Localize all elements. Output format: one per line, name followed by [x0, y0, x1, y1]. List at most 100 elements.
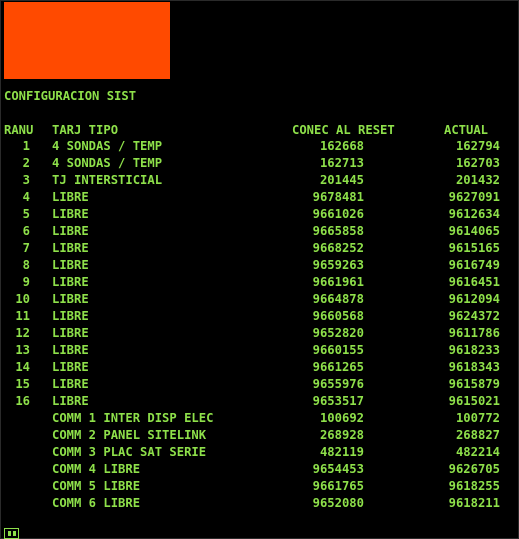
row-ranu: 8: [22, 258, 30, 272]
row-tipo: LIBRE: [52, 275, 89, 289]
row-ranu: 12: [15, 326, 30, 340]
row-conec-al-reset: 162668: [319, 139, 364, 153]
column-header-conec: CONEC AL RESET: [292, 123, 395, 137]
row-conec-al-reset: 9664878: [312, 292, 364, 306]
row-tipo: COMM 3 PLAC SAT SERIE: [52, 445, 207, 459]
row-tipo: COMM 1 INTER DISP ELEC: [52, 411, 214, 425]
row-actual: 9615879: [448, 377, 500, 391]
row-tipo: LIBRE: [52, 309, 89, 323]
row-conec-al-reset: 9652820: [312, 326, 364, 340]
table-row: 4 LIBRE 9678481 9627091: [1, 189, 519, 206]
row-tipo: 4 SONDAS / TEMP: [52, 139, 163, 153]
table-row: COMM 3 PLAC SAT SERIE 482119 482214: [1, 444, 519, 461]
table-row: COMM 6 LIBRE 9652080 9618211: [1, 495, 519, 512]
table-row: 12 LIBRE 9652820 9611786: [1, 325, 519, 342]
row-conec-al-reset: 9661961: [312, 275, 364, 289]
row-conec-al-reset: 100692: [319, 411, 364, 425]
row-actual: 9618233: [448, 343, 500, 357]
row-tipo: LIBRE: [52, 377, 89, 391]
table-row: 14 LIBRE 9661265 9618343: [1, 359, 519, 376]
row-tipo: COMM 6 LIBRE: [52, 496, 141, 510]
row-tipo: COMM 5 LIBRE: [52, 479, 141, 493]
row-actual: 201432: [455, 173, 500, 187]
row-tipo: LIBRE: [52, 394, 89, 408]
row-ranu: 3: [22, 173, 30, 187]
row-conec-al-reset: 9655976: [312, 377, 364, 391]
table-row: COMM 5 LIBRE 9661765 9618255: [1, 478, 519, 495]
table-row: 9 LIBRE 9661961 9616451: [1, 274, 519, 291]
row-actual: 9615165: [448, 241, 500, 255]
table-row: COMM 4 LIBRE 9654453 9626705: [1, 461, 519, 478]
row-actual: 9614065: [448, 224, 500, 238]
table-row: 15 LIBRE 9655976 9615879: [1, 376, 519, 393]
row-actual: 9611786: [448, 326, 500, 340]
row-ranu: 15: [15, 377, 30, 391]
row-actual: 268827: [455, 428, 500, 442]
table-row: COMM 1 INTER DISP ELEC 100692 100772: [1, 410, 519, 427]
row-ranu: 4: [22, 190, 30, 204]
row-actual: 162703: [455, 156, 500, 170]
row-ranu: 1: [22, 139, 30, 153]
row-conec-al-reset: 9660568: [312, 309, 364, 323]
table-row: 5 LIBRE 9661026 9612634: [1, 206, 519, 223]
row-tipo: LIBRE: [52, 326, 89, 340]
table-row: 6 LIBRE 9665858 9614065: [1, 223, 519, 240]
row-conec-al-reset: 9661026: [312, 207, 364, 221]
row-conec-al-reset: 9665858: [312, 224, 364, 238]
row-tipo: TJ INTERSTICIAL: [52, 173, 163, 187]
row-actual: 9627091: [448, 190, 500, 204]
table-row: 2 4 SONDAS / TEMP 162713 162703: [1, 155, 519, 172]
column-header-tipo: TARJ TIPO: [52, 123, 119, 137]
row-tipo: 4 SONDAS / TEMP: [52, 156, 163, 170]
row-conec-al-reset: 9678481: [312, 190, 364, 204]
row-conec-al-reset: 162713: [319, 156, 364, 170]
row-ranu: 10: [15, 292, 30, 306]
row-actual: 482214: [455, 445, 500, 459]
row-actual: 9612094: [448, 292, 500, 306]
row-tipo: LIBRE: [52, 343, 89, 357]
row-tipo: COMM 2 PANEL SITELINK: [52, 428, 207, 442]
row-tipo: LIBRE: [52, 292, 89, 306]
row-actual: 9615021: [448, 394, 500, 408]
row-tipo: LIBRE: [52, 360, 89, 374]
row-ranu: 7: [22, 241, 30, 255]
row-actual: 9626705: [448, 462, 500, 476]
table-row: 10 LIBRE 9664878 9612094: [1, 291, 519, 308]
row-ranu: 14: [15, 360, 30, 374]
table-row: 7 LIBRE 9668252 9615165: [1, 240, 519, 257]
table-row: 16 LIBRE 9653517 9615021: [1, 393, 519, 410]
row-ranu: 13: [15, 343, 30, 357]
row-conec-al-reset: 482119: [319, 445, 364, 459]
row-tipo: COMM 4 LIBRE: [52, 462, 141, 476]
table-row: COMM 2 PANEL SITELINK 268928 268827: [1, 427, 519, 444]
row-actual: 9624372: [448, 309, 500, 323]
row-conec-al-reset: 9668252: [312, 241, 364, 255]
terminal-window: CONFIGURACION SIST RANU TARJ TIPO CONEC …: [0, 0, 519, 539]
terminal-status-icon[interactable]: [4, 528, 19, 539]
row-tipo: LIBRE: [52, 258, 89, 272]
table-row: 1 4 SONDAS / TEMP 162668 162794: [1, 138, 519, 155]
row-actual: 100772: [455, 411, 500, 425]
row-conec-al-reset: 9659263: [312, 258, 364, 272]
row-conec-al-reset: 9653517: [312, 394, 364, 408]
row-ranu: 16: [15, 394, 30, 408]
row-actual: 9618211: [448, 496, 500, 510]
column-header-actual: ACTUAL: [444, 123, 489, 137]
row-ranu: 5: [22, 207, 30, 221]
row-tipo: LIBRE: [52, 190, 89, 204]
row-conec-al-reset: 9661265: [312, 360, 364, 374]
row-ranu: 9: [22, 275, 30, 289]
row-conec-al-reset: 9660155: [312, 343, 364, 357]
row-conec-al-reset: 9654453: [312, 462, 364, 476]
row-actual: 9618343: [448, 360, 500, 374]
row-actual: 9618255: [448, 479, 500, 493]
card-table: 1 4 SONDAS / TEMP 162668 162794 2 4 SONDAS / …: [1, 138, 519, 512]
table-row: 11 LIBRE 9660568 9624372: [1, 308, 519, 325]
row-conec-al-reset: 268928: [319, 428, 364, 442]
row-conec-al-reset: 9661765: [312, 479, 364, 493]
table-row: 13 LIBRE 9660155 9618233: [1, 342, 519, 359]
row-ranu: 6: [22, 224, 30, 238]
row-tipo: LIBRE: [52, 224, 89, 238]
row-conec-al-reset: 201445: [319, 173, 364, 187]
row-actual: 162794: [455, 139, 500, 153]
